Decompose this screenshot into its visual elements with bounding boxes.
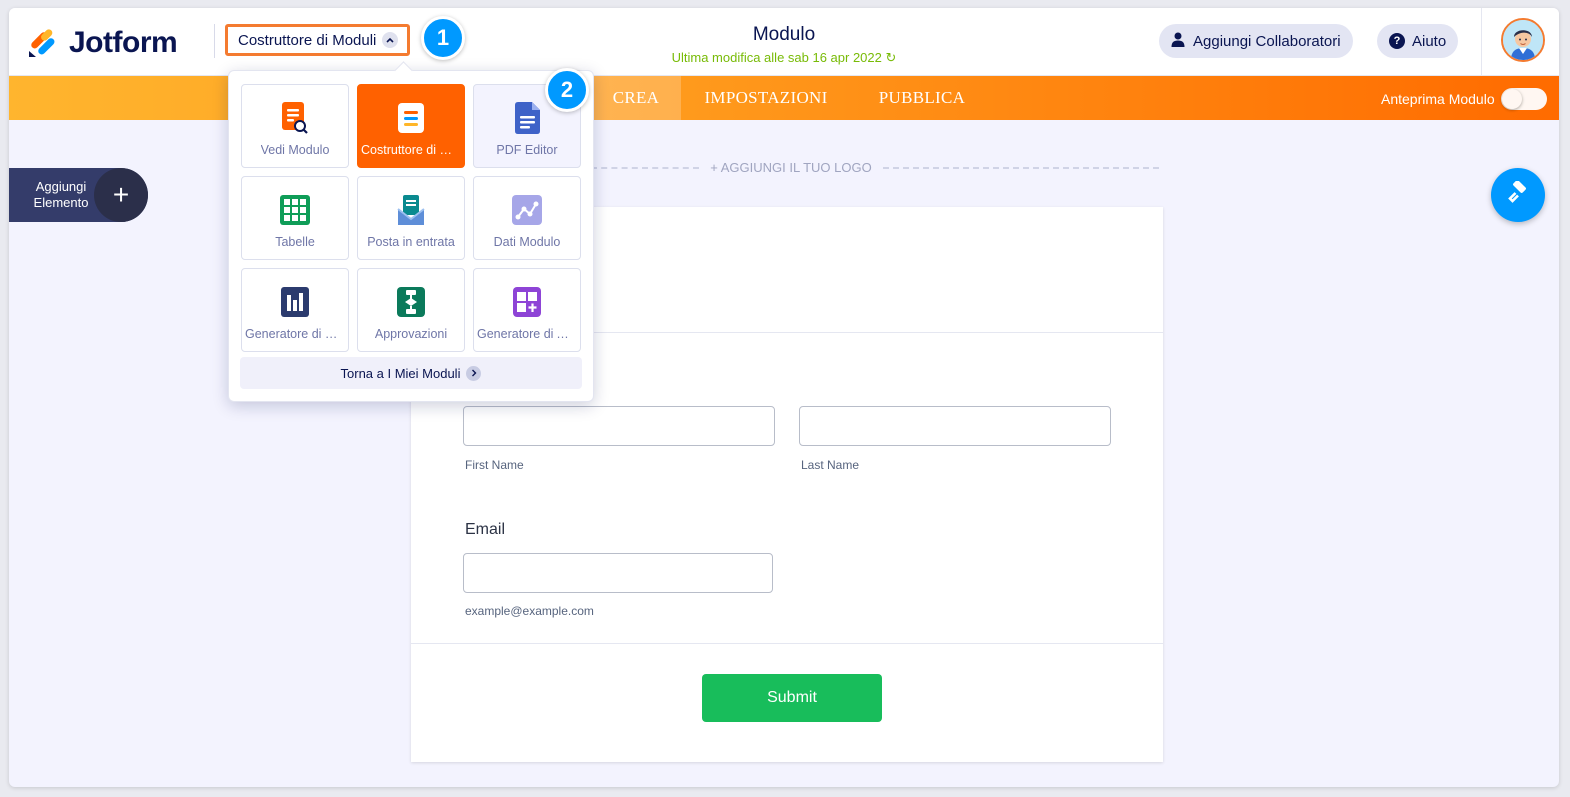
tile-label: Generatore di Report: [245, 327, 345, 341]
paint-roller-icon: [1506, 179, 1530, 210]
tile-app-builder[interactable]: Generatore di App: [473, 268, 581, 352]
app-window: Jotform Costruttore di Moduli Modulo Ult…: [9, 8, 1559, 787]
last-name-input[interactable]: [799, 406, 1111, 446]
tables-icon: [279, 193, 311, 227]
help-label: Aiuto: [1412, 32, 1447, 50]
tile-label: Generatore di App: [477, 327, 577, 341]
pdf-editor-icon: [511, 101, 543, 135]
question-icon: ?: [1389, 33, 1405, 49]
step-badge-2: 2: [545, 68, 589, 112]
form-title[interactable]: Modulo: [753, 24, 815, 45]
form-designer-button[interactable]: [1491, 168, 1545, 222]
tile-label: Tabelle: [275, 235, 315, 249]
form-data-icon: [511, 193, 543, 227]
email-label: Email: [465, 521, 506, 538]
tile-label: PDF Editor: [496, 143, 558, 157]
view-form-icon: [279, 101, 311, 135]
chevron-up-icon: [382, 32, 399, 48]
inbox-icon: [395, 193, 427, 227]
tile-label: Approvazioni: [374, 327, 448, 341]
add-collaborators-button[interactable]: Aggiungi Collaboratori: [1159, 24, 1353, 58]
step-badge-1: 1: [421, 16, 465, 60]
tile-inbox[interactable]: Posta in entrata: [357, 176, 465, 260]
tile-approvals[interactable]: Approvazioni: [357, 268, 465, 352]
first-name-sublabel: First Name: [465, 458, 524, 472]
avatar-divider: [1481, 8, 1482, 76]
tile-form-data[interactable]: Dati Modulo: [473, 176, 581, 260]
email-sublabel: example@example.com: [465, 604, 594, 618]
submit-button[interactable]: Submit: [702, 674, 882, 722]
builder-menu-label: Costruttore di Moduli: [238, 31, 377, 49]
email-input[interactable]: [463, 553, 773, 593]
preview-toggle[interactable]: [1500, 88, 1547, 110]
logo-dashed-line-left: [591, 167, 699, 169]
form-builder-icon: [395, 101, 427, 135]
report-builder-icon: [279, 285, 311, 319]
tile-label: Vedi Modulo: [260, 143, 330, 157]
preview-label: Anteprima Modulo: [1381, 91, 1495, 107]
logo-dashed-line-right: [883, 167, 1159, 169]
tab-settings[interactable]: IMPOSTAZIONI: [691, 76, 841, 120]
last-name-sublabel: Last Name: [801, 458, 860, 472]
back-to-my-forms-link[interactable]: Torna a I Miei Moduli: [240, 357, 582, 389]
tile-label: Costruttore di Moduli: [361, 143, 461, 157]
add-collaborators-label: Aggiungi Collaboratori: [1193, 32, 1341, 50]
plus-icon: +: [94, 168, 148, 222]
back-to-my-forms-label: Torna a I Miei Moduli: [340, 365, 461, 381]
tile-label: Dati Modulo: [493, 235, 561, 249]
add-element-button[interactable]: Aggiungi Elemento +: [9, 168, 148, 222]
app-builder-icon: [511, 285, 543, 319]
avatar[interactable]: [1501, 18, 1545, 62]
history-icon[interactable]: ↻: [886, 50, 897, 65]
tile-report-builder[interactable]: Generatore di Report: [241, 268, 349, 352]
last-modified-text: Ultima modifica alle sab 16 apr 2022: [671, 50, 882, 65]
approvals-icon: [395, 285, 427, 319]
preview-toggle-group: Anteprima Modulo: [1381, 88, 1547, 110]
builder-dropdown-menu: Vedi Modulo Costruttore di Moduli: [228, 70, 594, 402]
tile-label: Posta in entrata: [367, 235, 455, 249]
submit-separator: [411, 643, 1163, 644]
help-button[interactable]: ? Aiuto: [1377, 24, 1459, 58]
first-name-input[interactable]: [463, 406, 775, 446]
tab-build[interactable]: CREA: [591, 76, 681, 120]
tile-form-builder[interactable]: Costruttore di Moduli: [357, 84, 465, 168]
add-logo-link[interactable]: + AGGIUNGI IL TUO LOGO: [699, 160, 883, 175]
chevron-right-icon: [466, 365, 482, 381]
tab-publish[interactable]: PUBBLICA: [867, 76, 977, 120]
tile-view-form[interactable]: Vedi Modulo: [241, 84, 349, 168]
top-bar: Jotform Costruttore di Moduli Modulo Ult…: [9, 8, 1559, 76]
tile-tables[interactable]: Tabelle: [241, 176, 349, 260]
user-icon: [1171, 32, 1185, 51]
